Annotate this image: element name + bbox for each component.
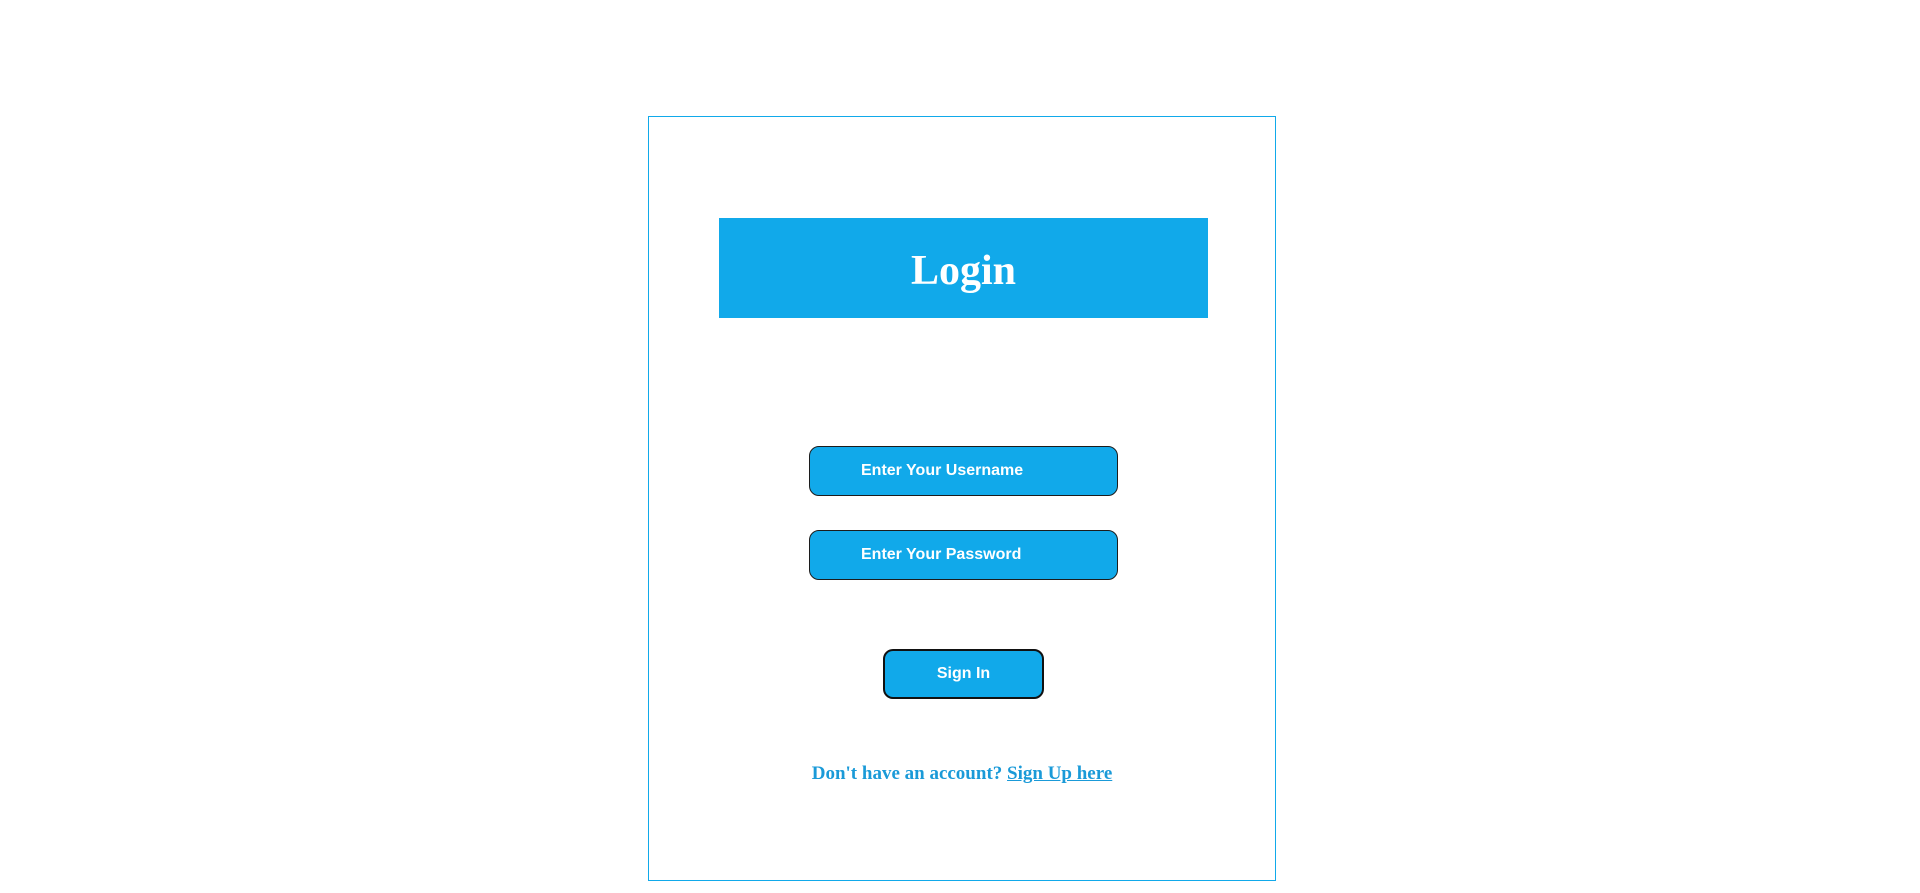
signup-prompt: Don't have an account? Sign Up here xyxy=(649,763,1275,785)
login-card: Login Sign In Don't have an account? Sig… xyxy=(648,116,1276,881)
username-input[interactable] xyxy=(809,446,1118,496)
sign-up-link[interactable]: Sign Up here xyxy=(1007,763,1112,784)
page-title: Login xyxy=(910,248,1017,294)
login-header: Login xyxy=(719,218,1208,318)
sign-in-button[interactable]: Sign In xyxy=(883,649,1044,699)
signup-prompt-text: Don't have an account? xyxy=(811,763,1003,784)
password-input[interactable] xyxy=(809,530,1118,580)
